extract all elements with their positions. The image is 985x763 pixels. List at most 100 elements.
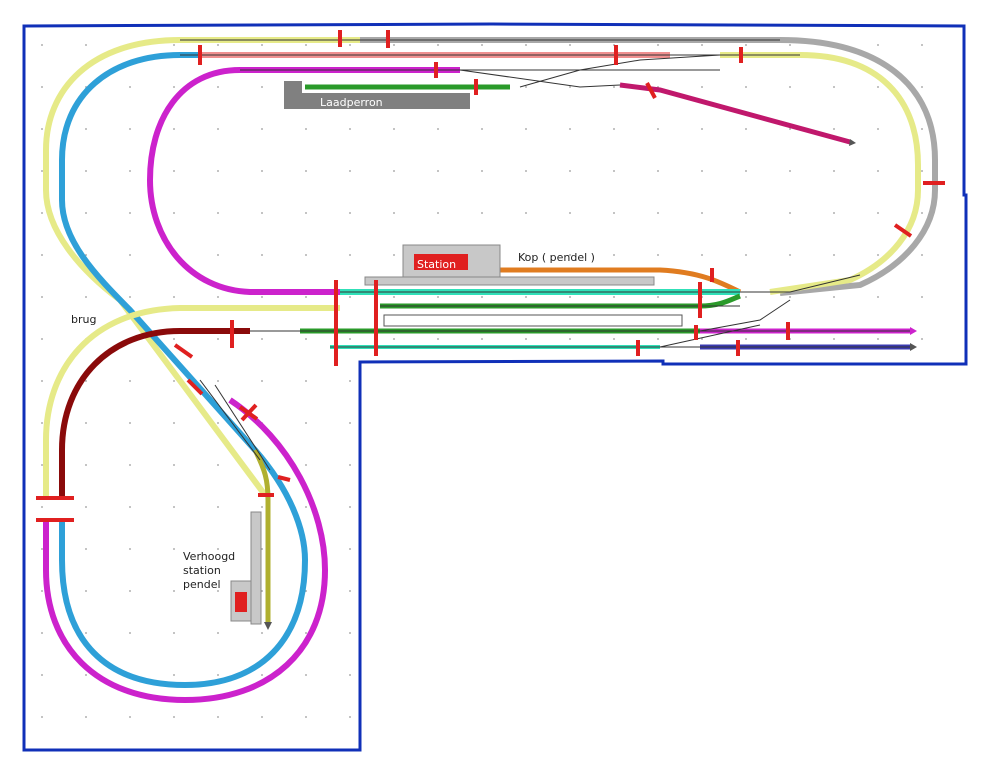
- grid-dot: [129, 506, 131, 508]
- grid-dot: [657, 296, 659, 298]
- grid-dot: [921, 170, 923, 172]
- grid-dot: [305, 506, 307, 508]
- grid-dot: [217, 44, 219, 46]
- grid-dot: [833, 338, 835, 340]
- grid-dot: [921, 128, 923, 130]
- grid-dot: [525, 170, 527, 172]
- grid-dot: [129, 212, 131, 214]
- grid-dot: [261, 86, 263, 88]
- grid-dot: [657, 44, 659, 46]
- track-end-arrows: [264, 139, 917, 630]
- grid-dot: [305, 128, 307, 130]
- grid-dot: [85, 506, 87, 508]
- grid-dot: [173, 548, 175, 550]
- arrow-navy-end: [910, 343, 917, 351]
- grid-dot: [41, 128, 43, 130]
- grid-dot: [261, 506, 263, 508]
- grid-dot: [129, 296, 131, 298]
- grid-dot: [349, 674, 351, 676]
- grid-dot: [85, 548, 87, 550]
- grid-dot: [217, 296, 219, 298]
- grid-dot: [437, 212, 439, 214]
- grid-dot: [569, 296, 571, 298]
- grid-dots: [41, 44, 923, 718]
- grid-dot: [41, 506, 43, 508]
- grid-dot: [261, 170, 263, 172]
- grid-dot: [437, 338, 439, 340]
- grid-dot: [129, 548, 131, 550]
- grid-dot: [173, 86, 175, 88]
- grid-dot: [173, 380, 175, 382]
- grid-dot: [877, 86, 879, 88]
- grid-dot: [569, 212, 571, 214]
- grid-dot: [393, 338, 395, 340]
- grid-dot: [41, 44, 43, 46]
- grid-dot: [789, 254, 791, 256]
- grid-dot: [525, 44, 527, 46]
- grid-dot: [129, 464, 131, 466]
- grid-dot: [217, 674, 219, 676]
- grid-dot: [921, 254, 923, 256]
- grid-dot: [173, 296, 175, 298]
- grid-dot: [85, 170, 87, 172]
- platforms: [230, 81, 683, 625]
- grid-dot: [85, 590, 87, 592]
- grid-dot: [745, 254, 747, 256]
- track-station-green[interactable]: [380, 293, 741, 309]
- grid-dot: [833, 128, 835, 130]
- grid-dot: [261, 338, 263, 340]
- label-station-2: station: [183, 564, 221, 577]
- grid-dot: [349, 212, 351, 214]
- grid-dot: [921, 86, 923, 88]
- grid-dot: [349, 170, 351, 172]
- grid-dot: [41, 254, 43, 256]
- grid-dot: [305, 674, 307, 676]
- grid-dot: [261, 44, 263, 46]
- grid-dot: [393, 128, 395, 130]
- grid-dot: [85, 128, 87, 130]
- laadperron-building: [284, 81, 302, 109]
- grid-dot: [921, 338, 923, 340]
- grid-dot: [657, 254, 659, 256]
- pendel-red-box: [235, 592, 247, 612]
- grid-dot: [657, 338, 659, 340]
- grid-dot: [261, 632, 263, 634]
- grid-dot: [613, 128, 615, 130]
- arrow-magenta-end: [910, 327, 917, 335]
- grid-dot: [525, 338, 527, 340]
- grid-dot: [85, 422, 87, 424]
- grid-dot: [41, 464, 43, 466]
- grid-dot: [393, 296, 395, 298]
- grid-dot: [569, 44, 571, 46]
- grid-dot: [349, 254, 351, 256]
- grid-dot: [657, 128, 659, 130]
- grid-dot: [217, 128, 219, 130]
- grid-dot: [85, 674, 87, 676]
- grid-dot: [85, 464, 87, 466]
- grid-dot: [217, 170, 219, 172]
- grid-dot: [305, 464, 307, 466]
- grid-dot: [261, 212, 263, 214]
- grid-dot: [41, 170, 43, 172]
- grid-dot: [261, 296, 263, 298]
- grid-dot: [525, 128, 527, 130]
- grid-dot: [569, 338, 571, 340]
- grid-dot: [789, 86, 791, 88]
- grid-dot: [481, 44, 483, 46]
- grid-dot: [481, 212, 483, 214]
- grid-dot: [173, 590, 175, 592]
- grid-dot: [877, 44, 879, 46]
- grid-dot: [525, 212, 527, 214]
- grid-dot: [569, 86, 571, 88]
- grid-dot: [261, 716, 263, 718]
- grid-dot: [745, 86, 747, 88]
- track-yellow-inner[interactable]: [720, 52, 921, 295]
- grid-dot: [217, 716, 219, 718]
- grid-dot: [217, 254, 219, 256]
- grid-dot: [393, 254, 395, 256]
- grid-dot: [481, 170, 483, 172]
- grid-dot: [305, 338, 307, 340]
- grid-dot: [877, 254, 879, 256]
- grid-dot: [85, 716, 87, 718]
- arrow-crimson-end: [849, 139, 856, 146]
